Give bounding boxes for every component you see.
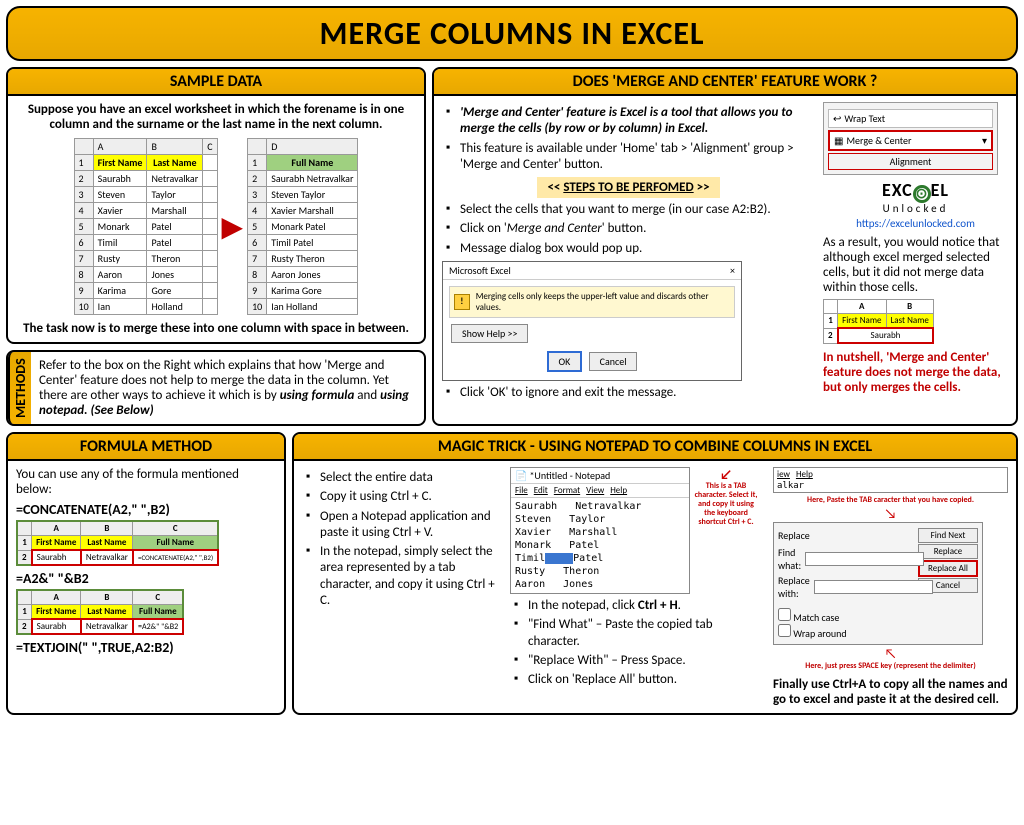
arrow-icon: ↘ <box>773 505 1008 522</box>
formula-header: FORMULA METHOD <box>8 434 284 461</box>
notepad-header: MAGIC TRICK - USING NOTEPAD TO COMBINE C… <box>294 434 1016 461</box>
find-what-input[interactable] <box>805 552 924 566</box>
page-title: MERGE COLUMNS IN EXCEL <box>14 14 1010 53</box>
replace-all-button[interactable]: Replace All <box>918 560 978 577</box>
cancel-button[interactable]: Cancel <box>589 352 638 371</box>
methods-label: METHODS <box>8 352 31 424</box>
np-step: In the notepad, simply select the area r… <box>306 544 502 609</box>
menu-help[interactable]: Help <box>610 485 627 496</box>
wrap-checkbox[interactable] <box>778 624 791 637</box>
merge-icon: ▦ <box>834 134 843 147</box>
mc-bullet: 'Merge and Center' feature is Excel is a… <box>446 105 815 138</box>
np-step: Copy it using Ctrl + C. <box>306 489 502 505</box>
mc-step: Select the cells that you want to merge … <box>446 202 815 218</box>
result-text: As a result, you would notice that altho… <box>823 235 1008 295</box>
notepad-icon: 📄 <box>515 469 527 482</box>
np-step: Select the entire data <box>306 470 502 486</box>
paste-annotation: Here, Paste the TAB caracter that you ha… <box>773 496 1008 505</box>
menu-edit[interactable]: Edit <box>534 485 548 496</box>
formula-1: =CONCATENATE(A2," ",B2) <box>16 501 276 518</box>
replace-with-label: Replace with: <box>778 574 810 600</box>
notepad-panel: MAGIC TRICK - USING NOTEPAD TO COMBINE C… <box>292 432 1018 715</box>
methods-text: Refer to the box on the Right which expl… <box>39 358 416 418</box>
formula-table-1: ABC 1First NameLast NameFull Name 2Saura… <box>16 520 219 566</box>
warning-icon: ! <box>454 294 470 310</box>
replace-dialog: Find Next Replace Replace All Cancel Rep… <box>773 522 983 645</box>
sample-data-panel: SAMPLE DATA Suppose you have an excel wo… <box>6 67 426 344</box>
merge-center-panel: DOES 'MERGE AND CENTER' FEATURE WORK ? '… <box>432 67 1018 426</box>
np-step: Click on 'Replace All' button. <box>514 672 765 688</box>
np-step: "Find What" – Paste the copied tab chara… <box>514 617 765 650</box>
dialog-message: Merging cells only keeps the upper-left … <box>476 291 730 313</box>
final-instruction: Finally use Ctrl+A to copy all the names… <box>773 677 1008 707</box>
methods-panel: METHODS Refer to the box on the Right wh… <box>6 350 426 426</box>
merged-result-table: AB 1First NameLast Name 2Saurabh <box>823 299 934 344</box>
brand-logo: EXC⊙EL Unlocked https://excelunlocked.co… <box>823 179 1008 231</box>
sample-intro: Suppose you have an excel worksheet in w… <box>16 102 416 138</box>
sample-task: The task now is to merge these into one … <box>16 315 416 336</box>
page-title-banner: MERGE COLUMNS IN EXCEL <box>6 6 1018 61</box>
notepad-window: 📄*Untitled - Notepad FileEditFormatViewH… <box>510 467 690 594</box>
ok-button[interactable]: OK <box>547 351 583 372</box>
formula-intro: You can use any of the formula mentioned… <box>16 467 276 497</box>
merge-center-button[interactable]: ▦Merge & Center▾ <box>828 130 993 151</box>
sample-table-right: D1Full Name2Saurabh Netravalkar3Steven T… <box>247 138 358 315</box>
wrap-text-button[interactable]: ↩Wrap Text <box>828 109 993 128</box>
arrow-icon: ↖ <box>773 645 1008 662</box>
menu-file[interactable]: File <box>515 485 528 496</box>
np-step: "Replace With" – Press Space. <box>514 653 765 669</box>
menu-format[interactable]: Format <box>554 485 580 496</box>
wrap-icon: ↩ <box>833 112 841 125</box>
find-next-button[interactable]: Find Next <box>918 528 978 543</box>
mc-step: Message dialog box would pop up. <box>446 241 815 257</box>
arrow-icon: ▶ <box>218 209 248 244</box>
tab-annotation: ↙ This is a TAB character. Select it, an… <box>692 467 760 526</box>
formula-3: =TEXTJOIN(" ",TRUE,A2:B2) <box>16 639 276 656</box>
space-annotation: Here, just press SPACE key (represent th… <box>773 662 1008 671</box>
alignment-group-label: Alignment <box>828 153 993 170</box>
menu-view[interactable]: View <box>586 485 604 496</box>
chevron-down-icon: ▾ <box>982 134 987 147</box>
dialog-title: Microsoft Excel <box>449 264 511 277</box>
formula-table-2: ABC 1First NameLast NameFull Name 2Saura… <box>16 589 184 635</box>
mc-step: Click on 'Merge and Center' button. <box>446 221 815 237</box>
np-step: In the notepad, click Ctrl + H. <box>514 598 765 614</box>
brand-url[interactable]: https://excelunlocked.com <box>856 217 975 230</box>
np-step: Open a Notepad application and paste it … <box>306 509 502 542</box>
conclusion: In nutshell, 'Merge and Center' feature … <box>823 350 1008 395</box>
match-case-checkbox[interactable] <box>778 608 791 621</box>
mc-step: Click 'OK' to ignore and exit the messag… <box>446 385 815 401</box>
formula-panel: FORMULA METHOD You can use any of the fo… <box>6 432 286 715</box>
replace-with-input[interactable] <box>814 580 933 594</box>
sample-table-left: ABC1First NameLast Name2SaurabhNetravalk… <box>74 138 218 315</box>
excel-dialog: Microsoft Excel × ! Merging cells only kee… <box>442 261 742 381</box>
ribbon-mock: ↩Wrap Text ▦Merge & Center▾ Alignment <box>823 102 998 175</box>
find-what-label: Find what: <box>778 546 801 572</box>
replace-button[interactable]: Replace <box>918 544 978 559</box>
sample-header: SAMPLE DATA <box>8 69 424 96</box>
notepad-corner: iewHelp alkar <box>773 467 1008 493</box>
mc-bullet: This feature is available under 'Home' t… <box>446 141 815 174</box>
mc-header: DOES 'MERGE AND CENTER' FEATURE WORK ? <box>434 69 1016 96</box>
formula-2: =A2&" "&B2 <box>16 570 276 587</box>
steps-heading: << STEPS TO BE PERFOMED >> <box>537 177 719 198</box>
close-icon[interactable]: × <box>730 264 735 277</box>
show-help-button[interactable]: Show Help >> <box>451 324 528 343</box>
